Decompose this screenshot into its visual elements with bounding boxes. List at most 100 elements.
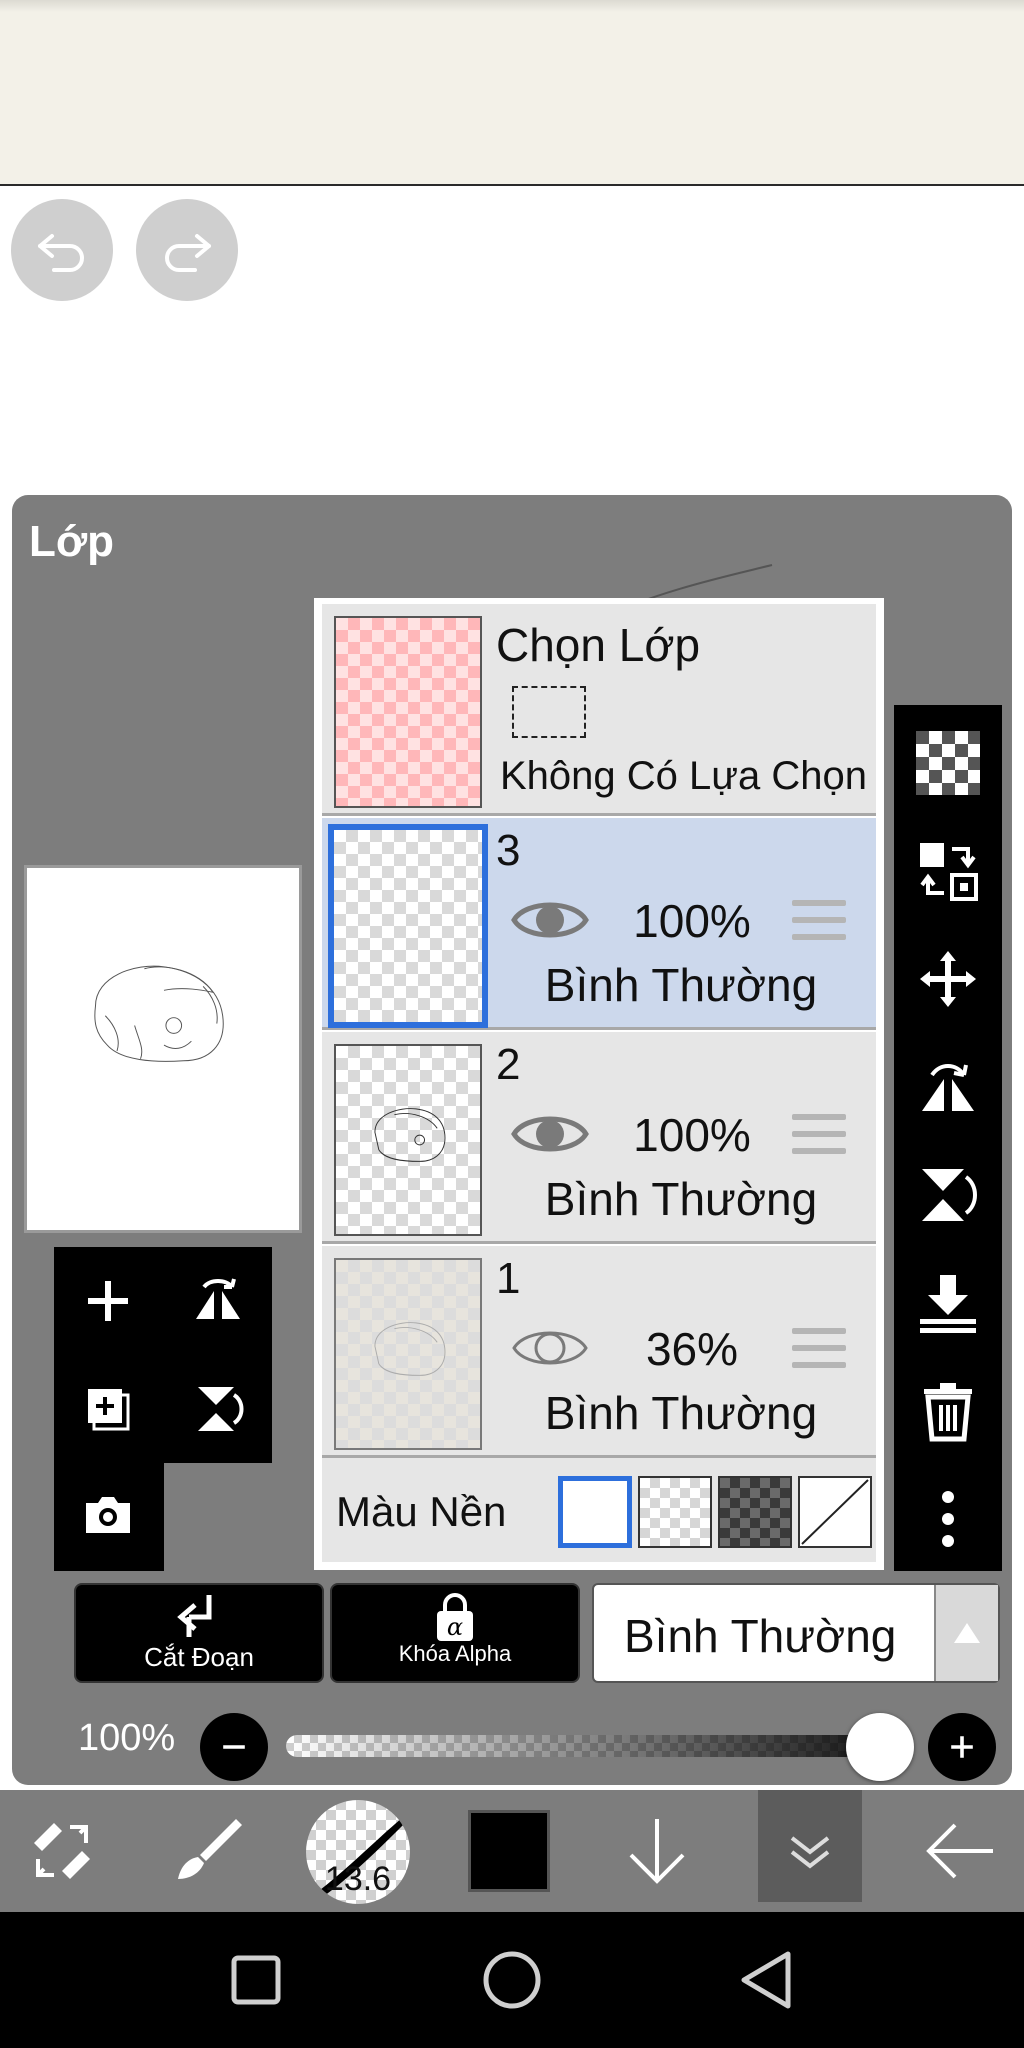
swap-layers-icon [920, 843, 978, 901]
transparency-button[interactable] [894, 709, 1002, 817]
opacity-slider-handle[interactable] [846, 1713, 914, 1781]
more-vertical-icon [942, 1491, 954, 1547]
canvas-preview [24, 865, 302, 1233]
no-background-icon [801, 1479, 869, 1545]
top-bar [0, 0, 1024, 186]
arrow-left-icon [926, 1823, 993, 1879]
more-options-button[interactable] [894, 1465, 1002, 1573]
merge-down-icon [920, 1275, 976, 1333]
transform-tool-icon [34, 1823, 90, 1879]
camera-icon [86, 1497, 130, 1533]
background-transparent-light-option[interactable] [638, 1476, 712, 1548]
layer-panel: Lớp Chọn Lớp Không Có Lựa Chọn 3 100% Bì… [12, 495, 1012, 1785]
flip-horizontal-icon [196, 1278, 240, 1319]
layer-opacity: 36% [645, 1323, 739, 1375]
background-transparent-dark-option[interactable] [718, 1476, 792, 1548]
back-button[interactable] [906, 1790, 1016, 1912]
blend-mode-select[interactable]: Bình Thường [592, 1583, 1000, 1683]
layer-blend-mode: Bình Thường [544, 1387, 818, 1439]
camera-import-button[interactable] [54, 1461, 162, 1569]
eye-hidden-icon[interactable] [510, 1320, 590, 1376]
layer-thumbnail [334, 1044, 482, 1236]
chevron-double-down-icon [790, 1836, 830, 1869]
layer-opacity: 100% [633, 1109, 751, 1161]
flip-layer-vertical-button[interactable] [894, 1141, 1002, 1249]
layer-row[interactable]: 2 100% Bình Thường [322, 1032, 876, 1244]
undo-button[interactable] [11, 199, 113, 301]
flip-horizontal-icon [922, 1064, 974, 1111]
checkerboard-icon [916, 731, 980, 795]
arrow-down-icon [629, 1819, 685, 1884]
system-navigation-bar [0, 1912, 1024, 2048]
selection-layer-title: Chọn Lớp [496, 619, 701, 671]
background-none-option[interactable] [798, 1476, 872, 1548]
plus-icon [88, 1281, 128, 1321]
swap-layers-button[interactable] [894, 817, 1002, 925]
back-nav-icon[interactable] [730, 1942, 806, 2018]
flip-horizontal-button[interactable] [164, 1247, 272, 1355]
layer-number: 2 [496, 1040, 521, 1089]
clipping-button[interactable]: Cắt Đoạn [74, 1583, 324, 1683]
background-color-row: Màu Nền [322, 1458, 876, 1562]
layer-row[interactable]: 1 36% Bình Thường [322, 1246, 876, 1458]
drag-handle-icon[interactable] [792, 900, 846, 944]
layer-row[interactable]: 3 100% Bình Thường [322, 818, 876, 1030]
clipping-arrow-icon [177, 1595, 212, 1637]
layer-thumbnail [334, 1258, 482, 1450]
layer-blend-mode: Bình Thường [544, 959, 818, 1011]
drag-handle-icon[interactable] [792, 1328, 846, 1372]
increase-opacity-button[interactable] [928, 1713, 996, 1781]
transform-tool-button[interactable] [14, 1790, 110, 1912]
trash-icon [924, 1383, 972, 1442]
brush-size-button[interactable]: 13.6 [306, 1800, 410, 1904]
add-layer-button[interactable] [54, 1247, 162, 1355]
dropdown-arrow-icon[interactable] [934, 1585, 998, 1681]
plus-icon [951, 1736, 973, 1758]
brush-tool-button[interactable] [162, 1790, 258, 1912]
clipping-label: Cắt Đoạn [144, 1642, 254, 1672]
selection-status: Không Có Lựa Chọn [500, 754, 868, 798]
home-icon[interactable] [474, 1942, 550, 2018]
alpha-glyph: α [447, 1613, 463, 1641]
redo-button[interactable] [136, 199, 238, 301]
flip-vertical-icon [922, 1169, 977, 1221]
background-white-option[interactable] [558, 1476, 632, 1548]
minus-icon [223, 1745, 245, 1749]
move-layer-button[interactable] [894, 925, 1002, 1033]
flip-layer-horizontal-button[interactable] [894, 1033, 1002, 1141]
selection-marquee-icon [512, 686, 586, 738]
brush-icon [178, 1819, 242, 1879]
panel-title: Lớp [29, 517, 115, 566]
brush-size-value: 13.6 [324, 1860, 392, 1898]
sketch-thumbnail [374, 1108, 446, 1162]
eye-icon[interactable] [510, 1106, 590, 1162]
move-icon [920, 951, 976, 1007]
decrease-opacity-button[interactable] [200, 1713, 268, 1781]
blend-mode-value: Bình Thường [624, 1610, 897, 1662]
move-layer-down-button[interactable] [602, 1790, 712, 1912]
layers-tab-button[interactable] [758, 1790, 862, 1902]
alpha-lock-button[interactable]: α Khóa Alpha [330, 1583, 580, 1683]
eye-icon[interactable] [510, 892, 590, 948]
duplicate-layer-button[interactable] [54, 1355, 162, 1463]
layer-number: 3 [496, 826, 521, 875]
layer-opacity: 100% [633, 895, 751, 947]
delete-layer-button[interactable] [894, 1357, 1002, 1465]
flip-vertical-icon [198, 1387, 244, 1431]
alpha-lock-label: Khóa Alpha [398, 1641, 512, 1666]
opacity-slider-track[interactable] [286, 1735, 906, 1757]
sketch-thumbnail [374, 1322, 446, 1376]
layer-number: 1 [496, 1254, 521, 1303]
drag-handle-icon[interactable] [792, 1114, 846, 1158]
recent-apps-icon[interactable] [218, 1942, 294, 2018]
opacity-value-label: 100% [78, 1717, 176, 1759]
layer-actions-bar [894, 705, 1002, 1571]
background-color-label: Màu Nền [336, 1488, 507, 1535]
duplicate-layer-icon [88, 1389, 130, 1431]
layer-thumbnail [328, 824, 488, 1028]
merge-down-button[interactable] [894, 1249, 1002, 1357]
selection-layer-thumbnail [334, 616, 482, 808]
flip-vertical-button[interactable] [164, 1355, 272, 1463]
selection-layer-row[interactable]: Chọn Lớp Không Có Lựa Chọn [322, 604, 876, 816]
current-color-swatch[interactable] [468, 1810, 550, 1892]
